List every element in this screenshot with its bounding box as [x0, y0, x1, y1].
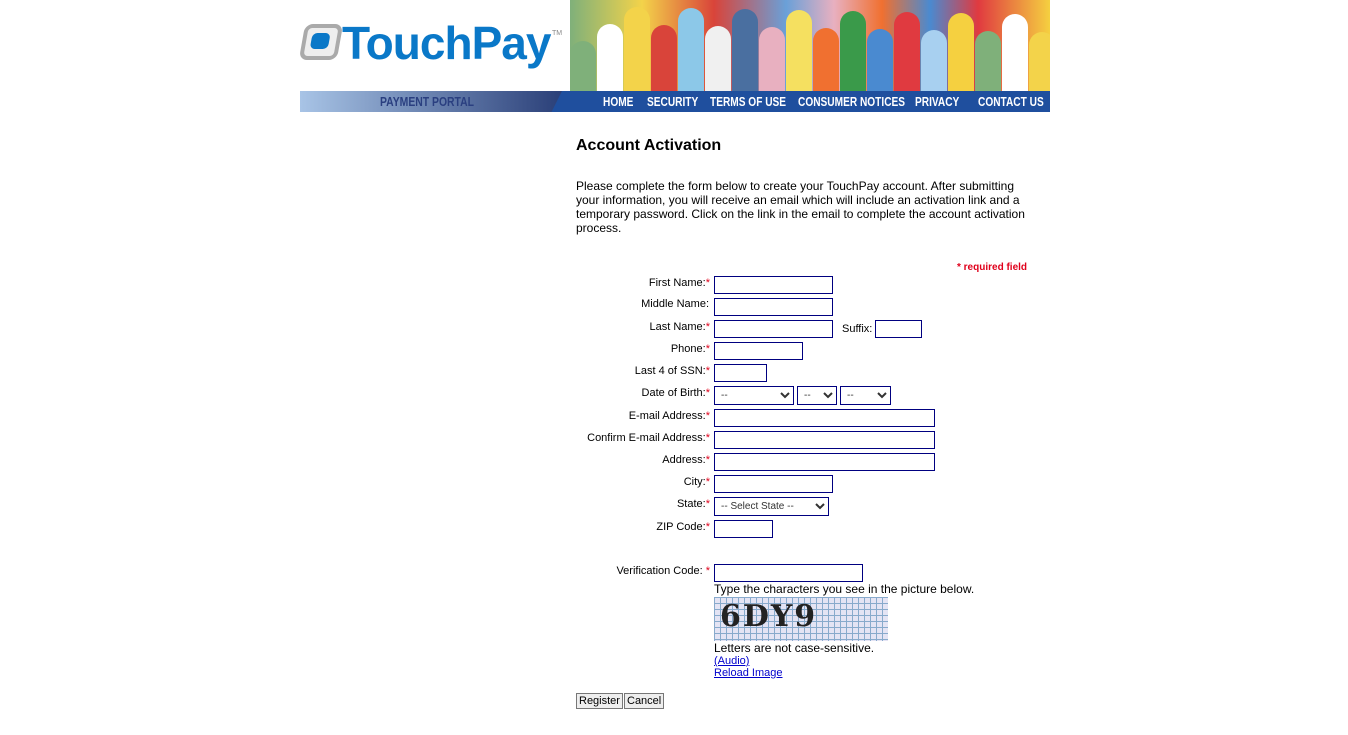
email-label: E-mail Address:*	[628, 410, 710, 422]
person-figure	[921, 30, 947, 91]
city-input[interactable]	[714, 475, 833, 493]
confirm-email-input[interactable]	[714, 431, 935, 449]
verification-input[interactable]	[714, 564, 863, 582]
confirm-email-label: Confirm E-mail Address:*	[587, 432, 710, 444]
person-figure	[948, 13, 974, 91]
required-field-note: * required field	[957, 262, 1028, 273]
state-select[interactable]: -- Select State --	[714, 497, 829, 516]
person-figure	[597, 24, 623, 91]
first-name-input[interactable]	[714, 276, 833, 294]
page-title: Account Activation	[576, 137, 722, 154]
dob-day-select[interactable]: --	[797, 386, 837, 405]
phone-input[interactable]	[714, 342, 803, 360]
ssn-input[interactable]	[714, 364, 767, 382]
person-figure	[705, 26, 731, 91]
nav-home[interactable]: HOME	[603, 94, 633, 109]
dob-label: Date of Birth:*	[641, 387, 710, 399]
person-figure	[759, 27, 785, 91]
touchpay-logo-icon	[298, 24, 344, 60]
register-button[interactable]: Register	[576, 693, 623, 709]
person-figure	[786, 10, 812, 91]
person-figure	[732, 9, 758, 91]
middle-name-input[interactable]	[714, 298, 833, 316]
cancel-button[interactable]: Cancel	[624, 693, 665, 709]
state-label: State:*	[676, 498, 710, 510]
dob-month-select[interactable]: --	[714, 386, 794, 405]
touchpay-logo: TouchPay TM	[298, 0, 570, 90]
intro-text: Please complete the form below to create…	[576, 179, 1025, 235]
person-figure	[1002, 14, 1028, 91]
nav-security[interactable]: SECURITY	[647, 94, 698, 109]
middle-name-label: Middle Name:	[641, 298, 709, 310]
person-figure	[1029, 32, 1050, 91]
phone-label: Phone:*	[670, 343, 710, 355]
last-name-label: Last Name:*	[649, 321, 710, 333]
person-figure	[651, 25, 677, 91]
captcha-image: 6DY9	[714, 597, 888, 641]
captcha-instruction: Type the characters you see in the pictu…	[714, 582, 975, 596]
city-label: City:*	[683, 476, 710, 488]
captcha-audio-link[interactable]: (Audio)	[714, 655, 749, 667]
nav-terms-of-use[interactable]: TERMS OF USE	[710, 94, 786, 109]
payment-portal-banner: PAYMENT PORTAL	[300, 91, 562, 112]
person-figure	[975, 31, 1001, 91]
person-figure	[867, 29, 893, 91]
suffix-input[interactable]	[875, 320, 922, 338]
ssn-label: Last 4 of SSN:*	[634, 365, 710, 377]
nav-contact-us[interactable]: CONTACT US	[978, 94, 1044, 109]
email-input[interactable]	[714, 409, 935, 427]
address-input[interactable]	[714, 453, 935, 471]
address-label: Address:*	[662, 454, 710, 466]
person-figure	[678, 8, 704, 91]
person-figure	[624, 7, 650, 91]
header-people-photo	[570, 0, 1050, 91]
person-figure	[894, 12, 920, 91]
verification-label: Verification Code: *	[616, 565, 710, 577]
person-figure	[570, 41, 596, 91]
captcha-reload-link[interactable]: Reload Image	[714, 667, 783, 679]
last-name-input[interactable]	[714, 320, 833, 338]
nav-privacy[interactable]: PRIVACY	[915, 94, 959, 109]
nav-consumer-notices[interactable]: CONSUMER NOTICES	[798, 94, 905, 109]
person-figure	[840, 11, 866, 91]
zip-label: ZIP Code:*	[656, 521, 710, 533]
person-figure	[813, 28, 839, 91]
zip-input[interactable]	[714, 520, 773, 538]
first-name-label: First Name:*	[648, 277, 710, 289]
suffix-label: Suffix:	[842, 323, 873, 335]
captcha-note: Letters are not case-sensitive.	[714, 641, 875, 655]
dob-year-select[interactable]: --	[840, 386, 891, 405]
nav-bar: PAYMENT PORTAL HOME SECURITY TERMS OF US…	[300, 91, 1050, 112]
